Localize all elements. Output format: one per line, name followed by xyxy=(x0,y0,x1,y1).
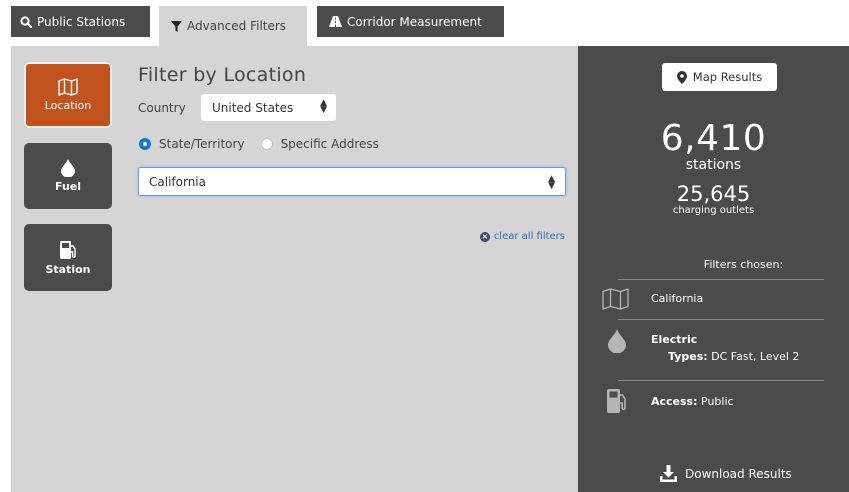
chosen-fuel-value: Electric xyxy=(651,333,697,346)
tab-advanced-filters[interactable]: Advanced Filters xyxy=(159,6,307,46)
specific-address-radio[interactable] xyxy=(260,138,273,150)
chosen-location-value: California xyxy=(651,292,704,305)
state-select[interactable]: California ▲ ▼ xyxy=(138,167,566,196)
country-label: Country xyxy=(138,101,186,115)
clear-filters-link[interactable]: × clear all filters xyxy=(479,231,565,242)
fuel-pump-icon xyxy=(60,240,76,259)
map-marker-icon xyxy=(676,70,687,84)
category-label: Fuel xyxy=(54,180,82,193)
category-station-button[interactable]: Station xyxy=(24,224,112,291)
state-select-value: California xyxy=(149,174,206,189)
outlets-label: charging outlets xyxy=(672,205,755,216)
chosen-access: Access: Public xyxy=(651,395,734,408)
chosen-types: Types: DC Fast, Level 2 xyxy=(668,350,799,363)
stations-count: 6,410 xyxy=(660,118,767,159)
state-territory-label[interactable]: State/Territory xyxy=(159,137,245,151)
access-value: Public xyxy=(701,395,734,408)
divider xyxy=(618,279,824,280)
map-results-button[interactable]: Map Results xyxy=(662,63,777,91)
fuel-value: Electric xyxy=(651,333,698,346)
map-icon xyxy=(602,288,629,310)
tab-label: Public Stations xyxy=(37,14,126,29)
download-icon xyxy=(660,465,677,482)
specific-address-label[interactable]: Specific Address xyxy=(281,137,379,151)
filters-chosen-title: Filters chosen: xyxy=(703,258,784,271)
category-label: Station xyxy=(45,262,91,276)
state-territory-radio[interactable] xyxy=(139,138,151,150)
outlets-count: 25,645 xyxy=(676,182,751,206)
types-value: DC Fast, Level 2 xyxy=(711,350,800,363)
select-arrows-icon: ▲ ▼ xyxy=(320,98,327,115)
map-results-label: Map Results xyxy=(692,70,763,84)
tab-corridor-measurement[interactable]: Corridor Measurement xyxy=(317,6,504,37)
category-label: Location xyxy=(44,99,92,112)
select-arrows-icon: ▲ ▼ xyxy=(548,174,555,191)
access-label: Access: xyxy=(651,395,698,408)
types-label: Types: xyxy=(668,350,708,363)
country-select-value: United States xyxy=(212,100,294,115)
divider xyxy=(618,319,824,320)
results-panel: Map Results 6,410 stations 25,645 chargi… xyxy=(578,46,849,492)
clear-filters-label: clear all filters xyxy=(493,231,565,242)
tab-bar: Public Stations Advanced Filters Corrido… xyxy=(11,6,849,46)
road-icon xyxy=(329,16,342,27)
category-fuel-button[interactable]: Fuel xyxy=(24,143,112,209)
fuel-pump-icon xyxy=(607,389,626,413)
tab-label: Advanced Filters xyxy=(187,19,287,33)
map-icon xyxy=(58,78,78,96)
filter-icon xyxy=(171,20,182,32)
filter-panel: Location Fuel Station Filter by Location… xyxy=(11,46,578,492)
location-type-radio-group: State/Territory Specific Address xyxy=(139,137,395,151)
drop-icon xyxy=(61,159,75,177)
page-title: Filter by Location xyxy=(138,64,307,86)
category-location-button[interactable]: Location xyxy=(24,62,112,128)
search-icon xyxy=(20,15,32,28)
close-circle-icon: × xyxy=(479,231,490,242)
stations-label: stations xyxy=(685,157,742,173)
divider xyxy=(618,380,824,381)
download-results-label: Download Results xyxy=(685,466,792,481)
tab-public-stations[interactable]: Public Stations xyxy=(11,6,150,37)
country-select[interactable]: United States ▲ ▼ xyxy=(201,94,336,121)
tab-label: Corridor Measurement xyxy=(347,14,482,29)
drop-icon xyxy=(608,329,626,353)
download-results-button[interactable]: Download Results xyxy=(660,465,792,482)
